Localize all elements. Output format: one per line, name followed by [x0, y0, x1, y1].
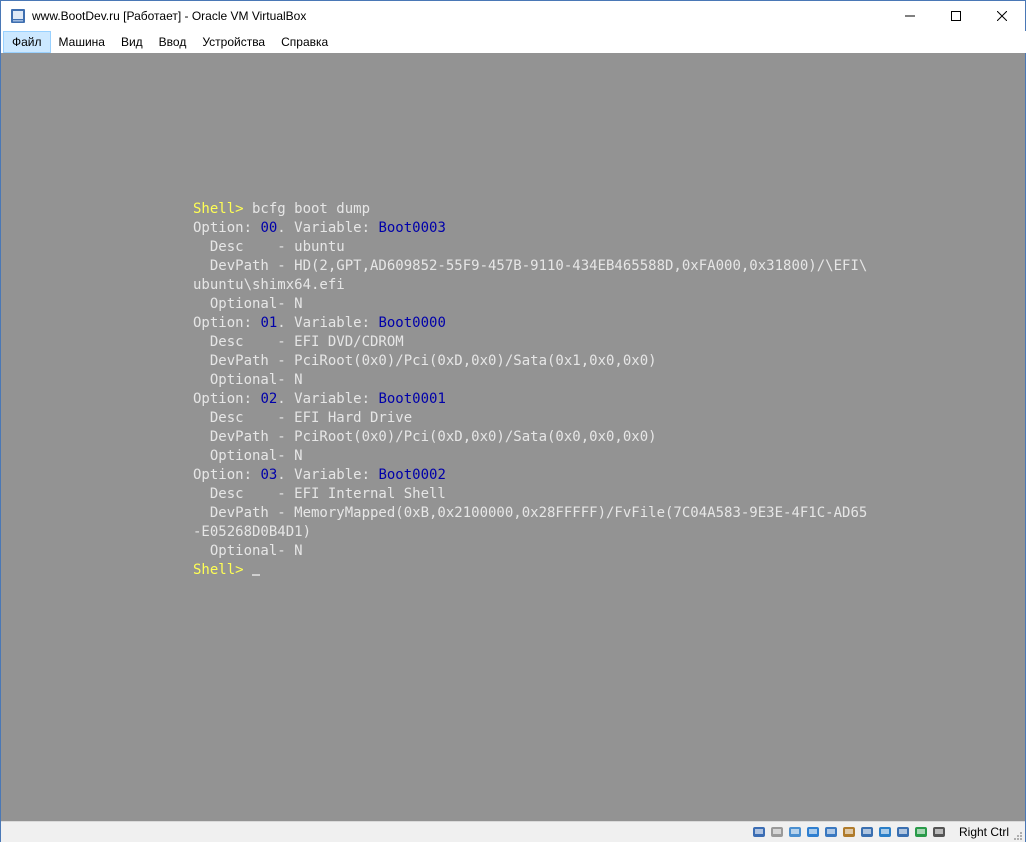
console-text: . Variable: — [277, 391, 379, 407]
shell-prompt: Shell> — [193, 201, 244, 217]
console-text: -E05268D0B4D1) — [193, 524, 312, 540]
console-line: ubuntu\shimx64.efi — [193, 276, 867, 295]
maximize-button[interactable] — [933, 1, 979, 31]
network-icon[interactable] — [805, 824, 821, 840]
console-line: Option: 01. Variable: Boot0000 — [193, 314, 867, 333]
console-line: Shell> bcfg boot dump — [193, 200, 867, 219]
usb-icon[interactable] — [823, 824, 839, 840]
resize-grip-icon[interactable] — [1013, 831, 1023, 841]
console-text: . Variable: — [277, 467, 379, 483]
console-line: Shell> — [193, 561, 867, 580]
console-line: Option: 03. Variable: Boot0002 — [193, 466, 867, 485]
console-text: Option: — [193, 391, 261, 407]
text-cursor — [252, 574, 261, 576]
console-text: Optional- N — [193, 372, 303, 388]
cpu-icon[interactable] — [895, 824, 911, 840]
console-text: Option: — [193, 315, 261, 331]
console-line: DevPath - PciRoot(0x0)/Pci(0xD,0x0)/Sata… — [193, 428, 867, 447]
close-button[interactable] — [979, 1, 1025, 31]
console-text: 03 — [260, 467, 278, 483]
video-capture-icon[interactable] — [877, 824, 893, 840]
console-text: Optional- N — [193, 448, 303, 464]
console-line: Optional- N — [193, 542, 867, 561]
console-text: DevPath - MemoryMapped(0xB,0x2100000,0x2… — [193, 505, 868, 521]
console-line: Option: 00. Variable: Boot0003 — [193, 219, 867, 238]
console-text: Boot0002 — [378, 467, 446, 483]
console-text: Boot0003 — [378, 220, 446, 236]
window-title: www.BootDev.ru [Работает] - Oracle VM Vi… — [32, 9, 307, 23]
menu-view[interactable]: Вид — [113, 31, 151, 53]
console-text: 00 — [260, 220, 278, 236]
console-line: DevPath - PciRoot(0x0)/Pci(0xD,0x0)/Sata… — [193, 352, 867, 371]
title-bar[interactable]: www.BootDev.ru [Работает] - Oracle VM Vi… — [1, 1, 1025, 31]
status-icons — [751, 824, 947, 840]
console-text: Optional- N — [193, 543, 303, 559]
console-text: 01 — [260, 315, 278, 331]
console-line: Desc - EFI Hard Drive — [193, 409, 867, 428]
console-line: DevPath - MemoryMapped(0xB,0x2100000,0x2… — [193, 504, 867, 523]
console-text: DevPath - HD(2,GPT,AD609852-55F9-457B-91… — [193, 258, 868, 274]
console-line: Desc - EFI Internal Shell — [193, 485, 867, 504]
mouse-integration-icon[interactable] — [913, 824, 929, 840]
close-icon — [997, 11, 1007, 21]
console-line: Desc - ubuntu — [193, 238, 867, 257]
menu-bar: Файл Машина Вид Ввод Устройства Справка — [1, 31, 1026, 53]
shared-folders-icon[interactable] — [841, 824, 857, 840]
console-text: Boot0000 — [378, 315, 446, 331]
menu-input[interactable]: Ввод — [151, 31, 195, 53]
menu-help[interactable]: Справка — [273, 31, 336, 53]
minimize-icon — [905, 15, 915, 17]
status-bar: Right Ctrl — [1, 821, 1025, 842]
console-line: Optional- N — [193, 371, 867, 390]
console-text: ubuntu\shimx64.efi — [193, 277, 345, 293]
console-text: DevPath - PciRoot(0x0)/Pci(0xD,0x0)/Sata… — [193, 353, 657, 369]
console-text: Optional- N — [193, 296, 303, 312]
optical-drive-icon[interactable] — [769, 824, 785, 840]
console-text: Option: — [193, 220, 261, 236]
console-text: Desc - EFI Hard Drive — [193, 410, 413, 426]
console-line: Optional- N — [193, 447, 867, 466]
console-text: . Variable: — [277, 220, 379, 236]
display-icon[interactable] — [859, 824, 875, 840]
shell-prompt: Shell> — [193, 562, 244, 578]
keyboard-icon[interactable] — [931, 824, 947, 840]
host-key-label: Right Ctrl — [959, 825, 1010, 839]
console-line: Option: 02. Variable: Boot0001 — [193, 390, 867, 409]
console-text: Desc - EFI DVD/CDROM — [193, 334, 404, 350]
console-text: bcfg boot dump — [243, 201, 371, 217]
console-text: DevPath - PciRoot(0x0)/Pci(0xD,0x0)/Sata… — [193, 429, 657, 445]
hard-disk-icon[interactable] — [751, 824, 767, 840]
console-line: -E05268D0B4D1) — [193, 523, 867, 542]
maximize-icon — [951, 11, 961, 21]
virtualbox-icon — [11, 9, 25, 23]
console-text: Desc - ubuntu — [193, 239, 345, 255]
console-line: Optional- N — [193, 295, 867, 314]
virtualbox-window: www.BootDev.ru [Работает] - Oracle VM Vi… — [0, 0, 1026, 842]
audio-icon[interactable] — [787, 824, 803, 840]
console-line: DevPath - HD(2,GPT,AD609852-55F9-457B-91… — [193, 257, 867, 276]
console-text: 02 — [260, 391, 278, 407]
menu-devices[interactable]: Устройства — [194, 31, 273, 53]
menu-machine[interactable]: Машина — [51, 31, 113, 53]
console-text: Boot0001 — [378, 391, 446, 407]
efi-shell-console: Shell> bcfg boot dump Option: 00. Variabl… — [193, 200, 867, 580]
console-line: Desc - EFI DVD/CDROM — [193, 333, 867, 352]
menu-file[interactable]: Файл — [3, 31, 51, 53]
console-text: Desc - EFI Internal Shell — [193, 486, 446, 502]
vm-display[interactable]: Shell> bcfg boot dump Option: 00. Variabl… — [1, 53, 1025, 821]
console-text: . Variable: — [277, 315, 379, 331]
console-text: Option: — [193, 467, 261, 483]
minimize-button[interactable] — [887, 1, 933, 31]
